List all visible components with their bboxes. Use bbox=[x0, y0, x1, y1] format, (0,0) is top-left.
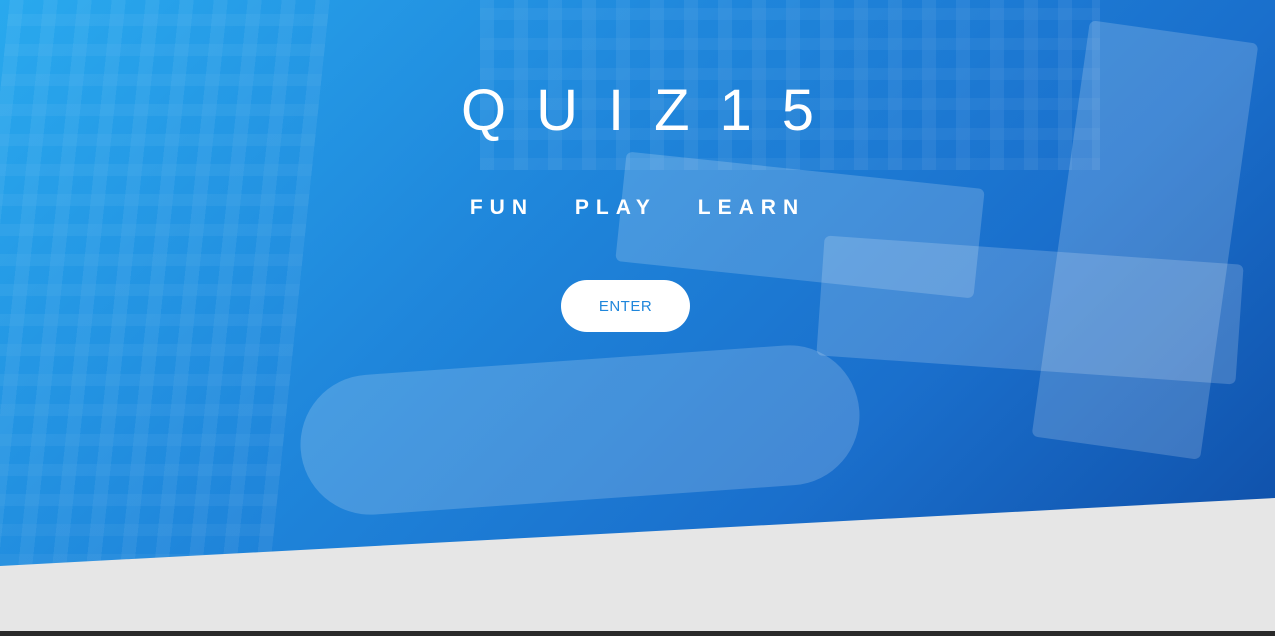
tagline-word-learn: LEARN bbox=[697, 196, 806, 219]
tagline-word-fun: FUN bbox=[469, 196, 535, 219]
hero-section: QUIZ15 FUN PLAY LEARN ENTER bbox=[0, 0, 1275, 566]
background-hands bbox=[295, 340, 865, 520]
site-title: QUIZ15 bbox=[460, 78, 845, 143]
tagline: FUN PLAY LEARN bbox=[0, 196, 1275, 220]
enter-button[interactable]: ENTER bbox=[561, 280, 690, 332]
next-section-edge bbox=[0, 631, 1275, 636]
landing-page: QUIZ15 FUN PLAY LEARN ENTER bbox=[0, 0, 1275, 636]
tagline-word-play: PLAY bbox=[574, 196, 657, 219]
